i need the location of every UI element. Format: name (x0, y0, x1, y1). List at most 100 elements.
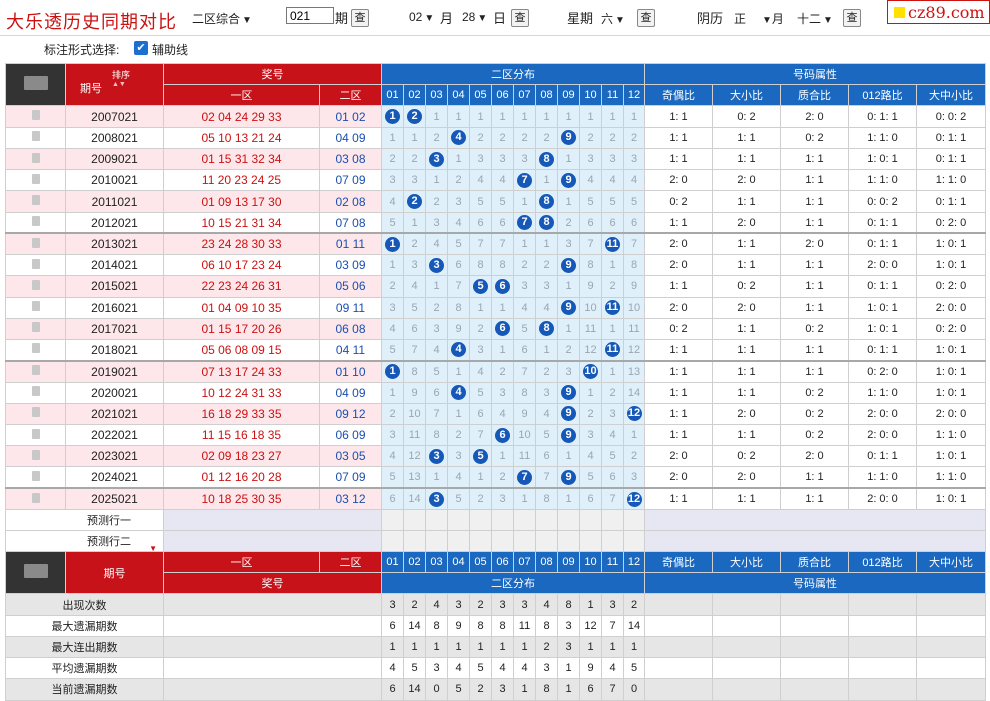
stats-cell: 4 (491, 657, 514, 680)
weekday-select[interactable]: 六 ▼ (601, 10, 625, 27)
prediction-cell[interactable] (447, 508, 470, 531)
attr-cell: 0: 2: 0 (916, 317, 986, 341)
prediction-cell[interactable] (491, 508, 514, 531)
aux-line-checkbox[interactable]: ✔ (134, 41, 148, 55)
dist-cell: 6 (491, 211, 514, 234)
weekday-value: 六 (601, 12, 614, 26)
aux-line-label[interactable]: 辅助线 (152, 41, 188, 58)
row-issue[interactable]: 2018021 (65, 339, 164, 362)
prediction-cell[interactable] (513, 529, 536, 552)
issue-input[interactable] (286, 7, 334, 24)
site-logo[interactable]: cz89.com (887, 0, 990, 24)
thumbnail-placeholder-icon (31, 131, 40, 142)
day-select[interactable]: 28 ▼ (462, 10, 487, 24)
prediction-cell[interactable] (579, 508, 602, 531)
prediction-cell[interactable] (579, 529, 602, 552)
prediction-cell[interactable] (425, 508, 448, 531)
arrow-down-icon[interactable]: ▼ (149, 544, 157, 551)
prediction-prize[interactable] (163, 508, 382, 531)
query-button-lunar[interactable]: 查 (843, 9, 861, 27)
row-issue[interactable]: 2015021 (65, 275, 164, 298)
footer-num-09: 09 (557, 550, 580, 574)
stats-attr-empty (712, 593, 781, 616)
prediction-cell[interactable] (403, 529, 426, 552)
attr-cell: 1: 0: 1 (916, 445, 986, 468)
prediction-cell[interactable] (557, 508, 580, 531)
row-issue[interactable]: 2010021 (65, 169, 164, 192)
table-row: 2022021 11 15 16 18 35 06 09 3 11 8 2 7 6 10 5 9 3 4 1… (5, 423, 986, 447)
dist-cell: 5 (513, 317, 536, 341)
prediction-cell[interactable] (469, 529, 492, 552)
row-issue[interactable]: 2025021 (65, 487, 164, 510)
table-row: 2021021 16 18 29 33 35 09 12 2 10 7 1 6 4 9 4 9 2 3 12… (5, 402, 986, 425)
row-issue[interactable]: 2013021 (65, 232, 164, 256)
row-issue[interactable]: 2024021 (65, 466, 164, 489)
chevron-down-icon: ▼ (615, 15, 625, 26)
lunar-month-suffix[interactable]: ▼月 (760, 10, 784, 27)
stats-attr-empty (848, 614, 917, 637)
prediction-cell[interactable] (623, 529, 645, 552)
query-button-date[interactable]: 查 (511, 9, 529, 27)
row-issue[interactable]: 2011021 (65, 190, 164, 213)
hit-ball: 5 (473, 448, 488, 464)
month-select[interactable]: 02 ▼ (409, 10, 434, 24)
prediction-cell[interactable] (491, 529, 514, 552)
row-issue[interactable]: 2016021 (65, 296, 164, 319)
footer-zone2: 二区 (319, 550, 382, 574)
footer-issue: 期号 (65, 550, 164, 595)
row-issue[interactable]: 2023021 (65, 445, 164, 468)
row-issue[interactable]: 2012021 (65, 211, 164, 234)
dist-cell: 1 (425, 275, 448, 298)
lunar-month-select[interactable]: 正 (734, 10, 746, 27)
row-issue[interactable]: 2020021 (65, 381, 164, 404)
row-issue[interactable]: 2014021 (65, 254, 164, 277)
stats-cell: 2 (469, 593, 492, 616)
row-issue[interactable]: 2007021 (65, 105, 164, 128)
query-button-issue[interactable]: 查 (351, 9, 369, 27)
prediction-cell[interactable] (623, 508, 645, 531)
prediction-cell[interactable] (601, 508, 624, 531)
row-issue[interactable]: 2008021 (65, 126, 164, 149)
header-thumb (5, 62, 66, 107)
row-issue[interactable]: 2022021 (65, 423, 164, 447)
dist-cell: 1 (491, 339, 514, 362)
lunar-day-select[interactable]: 十二 ▼ (797, 10, 833, 27)
header-issue[interactable]: 期号排序 ▲▼ (65, 62, 164, 107)
stats-attr-empty (848, 593, 917, 616)
stats-cell: 4 (447, 657, 470, 680)
dist-cell: 1 (601, 254, 624, 277)
zone-select[interactable]: 二区综合 ▼ (192, 10, 252, 27)
zone-select-value: 二区综合 (192, 12, 241, 26)
row-issue[interactable]: 2009021 (65, 147, 164, 171)
query-button-weekday[interactable]: 查 (637, 9, 655, 27)
prediction-cell[interactable] (425, 529, 448, 552)
stats-label: 最大遗漏期数 (5, 614, 164, 637)
attr-cell: 0: 2: 0 (916, 211, 986, 234)
prediction-cell[interactable] (447, 529, 470, 552)
row-zone2: 06 08 (319, 317, 382, 341)
dist-cell: 5 (381, 466, 404, 489)
prediction-cell[interactable] (381, 508, 404, 531)
prediction-cell[interactable] (557, 529, 580, 552)
prediction-cell[interactable] (381, 529, 404, 552)
prediction-cell[interactable] (535, 529, 558, 552)
row-issue[interactable]: 2021021 (65, 402, 164, 425)
row-issue[interactable]: 2019021 (65, 359, 164, 383)
weekday-label: 星期 (567, 11, 594, 26)
sort-control[interactable]: 排序 ▲▼ (112, 68, 130, 88)
prediction-cell[interactable] (403, 508, 426, 531)
attr-cell: 1: 1 (644, 105, 713, 128)
attr-cell: 0: 1: 1 (848, 105, 917, 128)
prediction-cell[interactable] (601, 529, 624, 552)
dist-cell: 3 (469, 339, 492, 362)
dist-cell: 1 (403, 126, 426, 149)
attr-cell: 1: 1: 0 (848, 466, 917, 489)
row-issue[interactable]: 2017021 (65, 317, 164, 341)
prediction-cell[interactable] (535, 508, 558, 531)
prediction-cell[interactable] (469, 508, 492, 531)
prediction-prize[interactable] (163, 529, 382, 552)
attr-cell: 0: 2 (780, 317, 849, 341)
prediction-cell[interactable] (513, 508, 536, 531)
stats-attr-empty (780, 657, 849, 680)
attr-cell: 1: 1: 0 (916, 169, 986, 192)
